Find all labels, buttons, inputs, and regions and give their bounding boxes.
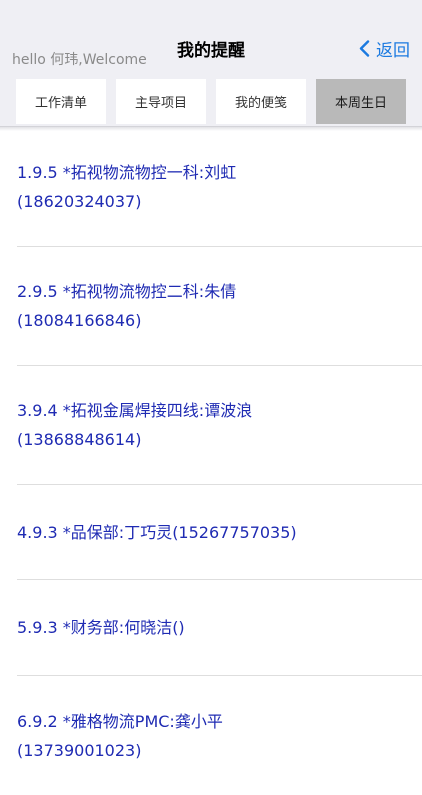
tab-my-notes[interactable]: 我的便笺 [216,79,306,124]
nav-header: hello 何玮,Welcome 我的提醒 返回 工作清单 主导项目 我的便笺 … [0,0,422,127]
tab-birthdays-this-week[interactable]: 本周生日 [316,79,406,124]
tab-label: 工作清单 [34,96,87,111]
tab-label: 主导项目 [134,96,187,111]
list-item[interactable]: 5.9.3 *财务部:何晓洁() [17,580,422,676]
list-item-line1: 5.9.3 *财务部:何晓洁() [17,618,185,637]
back-button-label: 返回 [376,41,410,61]
list-item-line2: (13739001023) [17,740,142,760]
tab-lead-projects[interactable]: 主导项目 [116,79,206,124]
list-item-line2: (13868848614) [17,430,142,449]
list-item[interactable]: 3.9.4 *拓视金属焊接四线:谭波浪 (13868848614) [17,366,422,485]
list-item[interactable]: 4.9.3 *品保部:丁巧灵(15267757035) [17,485,422,580]
list-item-line1: 6.9.2 *雅格物流PMC:龚小平 [17,711,223,731]
list-item[interactable]: 6.9.2 *雅格物流PMC:龚小平 (13739001023) [17,676,422,795]
list-item-line1: 1.9.5 *拓视物流物控一科:刘虹 [17,163,237,182]
list-item-line1: 4.9.3 *品保部:丁巧灵(15267757035) [17,522,297,542]
tab-label: 本周生日 [334,96,387,111]
list-item-line1: 2.9.5 *拓视物流物控二科:朱倩 [17,282,237,301]
tab-label: 我的便笺 [234,96,287,111]
list-item-line2: (18620324037) [17,192,142,211]
list-item[interactable]: 2.9.5 *拓视物流物控二科:朱倩 (18084166846) [17,247,422,366]
list-item-line2: (18084166846) [17,311,142,330]
back-button[interactable]: 返回 [359,36,410,61]
tab-work-list[interactable]: 工作清单 [16,79,106,124]
list-item[interactable]: 1.9.5 *拓视物流物控一科:刘虹 (18620324037) [17,128,422,247]
chevron-left-icon [359,40,370,57]
list-item-line1: 3.9.4 *拓视金属焊接四线:谭波浪 [17,401,253,420]
birthday-list: 1.9.5 *拓视物流物控一科:刘虹 (18620324037) 2.9.5 *… [0,128,422,760]
tab-bar: 工作清单 主导项目 我的便笺 本周生日 [16,79,406,124]
